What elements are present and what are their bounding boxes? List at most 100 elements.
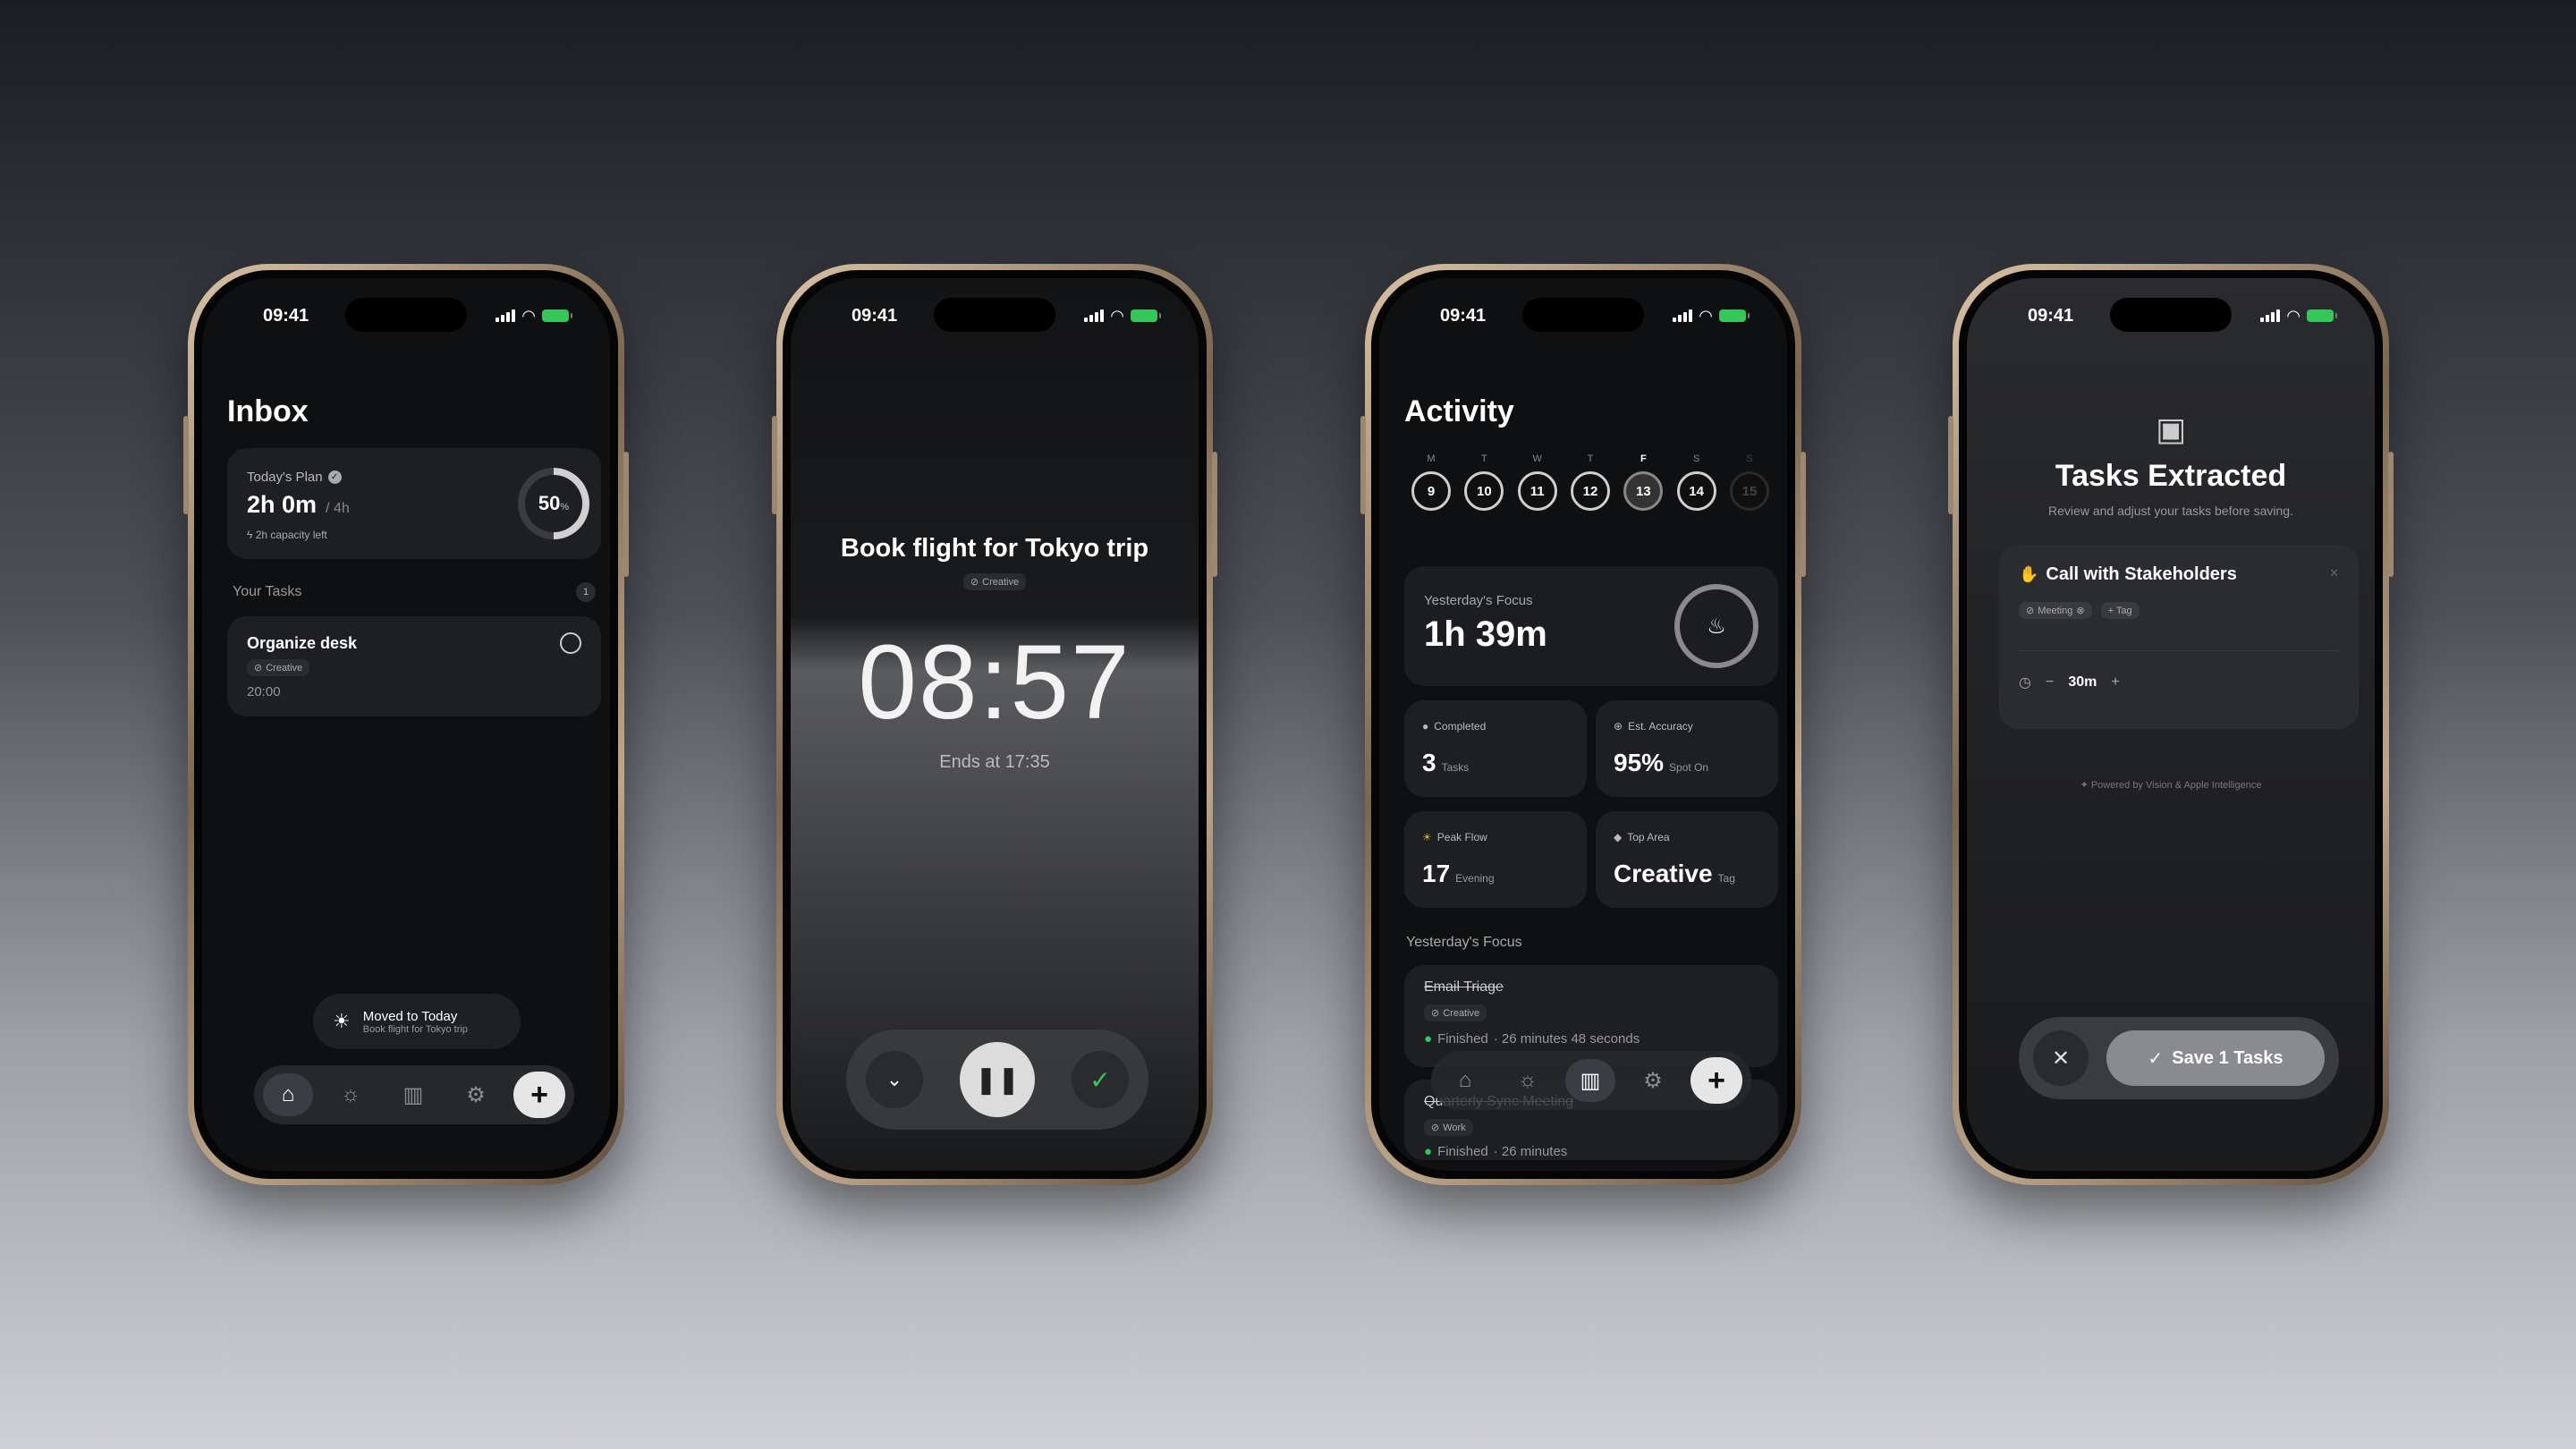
peak-flow-stat-card: ☀ Peak Flow 17 Evening [1404,811,1587,908]
status-time: 09:41 [2028,305,2074,326]
day-saturday[interactable]: S 14 [1676,453,1716,511]
task-complete-checkbox[interactable] [560,632,581,654]
plan-total: / 4h [326,501,350,516]
minimize-button[interactable]: ⌄ [866,1051,923,1108]
pause-button[interactable]: ❚❚ [960,1042,1035,1117]
status-bar: 09:41 ◠ [202,303,610,328]
day-tuesday[interactable]: T 10 [1464,453,1504,511]
capacity-text: 2h capacity left [255,529,327,541]
signal-icon [1084,309,1105,322]
check-circle-icon: ● [1422,720,1429,733]
increment-button[interactable]: + [2111,674,2119,691]
signal-icon [496,309,516,322]
focus-label: Yesterday's Focus [1424,593,1533,608]
checkmark-icon: ✓ [1089,1065,1111,1094]
settings-tab-icon[interactable]: ⚙ [451,1073,501,1116]
completed-stat-card: ● Completed 3 Tasks [1404,700,1587,797]
settings-tab-icon[interactable]: ⚙ [1628,1059,1678,1102]
task-title: Organize desk [247,634,358,652]
status-time: 09:41 [1440,305,1487,326]
plan-label: Today's Plan [247,470,323,485]
bottom-action-bar: ✕ ✓ Save 1 Tasks [2019,1017,2339,1099]
finished-dot-icon: ● [1424,1031,1433,1046]
status-bar: 09:41 ◠ [791,303,1199,328]
today-tab-icon[interactable]: ☼ [1503,1059,1553,1102]
chevron-down-icon: ⌄ [886,1068,903,1090]
todays-plan-card[interactable]: Today's Plan ✓ 2h 0m / 4h ϟ 2h capacity … [227,448,601,559]
target-icon: ⊕ [1614,720,1623,733]
timer-task-title: Book flight for Tokyo trip [840,534,1149,563]
page-title: Inbox [227,394,309,428]
page-subtitle: Review and adjust your tasks before savi… [2048,504,2293,518]
divider [2019,650,2339,651]
sun-icon: ☀ [333,1010,351,1032]
task-tag: ⊘ Creative [247,659,310,676]
plan-value: 2h 0m [247,491,318,518]
toast-title: Moved to Today [362,1008,458,1024]
progress-ring: 50% [518,468,589,539]
close-icon: ✕ [2051,1046,2071,1071]
page-title: Activity [1404,394,1514,428]
item-tag: ⊘ Work [1424,1119,1473,1136]
accuracy-stat-card: ⊕ Est. Accuracy 95% Spot On [1596,700,1778,797]
task-time: 20:00 [247,684,281,699]
add-tag-button[interactable]: + Tag [2100,602,2140,619]
day-friday[interactable]: F 13 [1623,453,1664,511]
checkmark-icon: ✓ [2148,1048,2164,1069]
signal-icon [1673,309,1693,322]
inbox-tab-icon[interactable]: ⌂ [1440,1059,1490,1102]
sparkle-icon: ✦ [2080,780,2089,791]
extract-screen: 09:41 ◠ ▣ Tasks Extracted Review and adj… [1967,278,2375,1171]
toast: ☀ Moved to Today Book flight for Tokyo t… [313,994,521,1049]
decrement-button[interactable]: − [2046,674,2054,691]
timer-task-tag: ⊘ Creative [962,573,1027,590]
yesterday-focus-card[interactable]: Yesterday's Focus 1h 39m ♨ [1404,566,1778,686]
powered-by-text: Powered by Vision & Apple Intelligence [2090,780,2262,791]
cancel-button[interactable]: ✕ [2033,1030,2089,1086]
inbox-tab-icon[interactable]: ⌂ [263,1073,313,1116]
verified-icon: ✓ [327,470,342,484]
ring-unit: % [560,502,570,513]
day-monday[interactable]: M9 [1411,453,1451,511]
pause-icon: ❚❚ [974,1064,1021,1095]
task-count-badge: 1 [576,582,596,602]
status-bar: 09:41 ◠ [1379,303,1787,328]
extracted-task-card[interactable]: ✋ Call with Stakeholders ✕ ⊘ Meeting ⊗ + T… [1999,545,2359,729]
tag-icon: ⊘ [2026,606,2035,616]
flame-icon: ♨ [1707,614,1726,639]
ends-at-text: Ends at 17:35 [939,752,1050,772]
save-button[interactable]: ✓ Save 1 Tasks [2106,1030,2325,1086]
add-task-button[interactable]: + [1690,1057,1742,1104]
duration-value: 30m [2068,674,2097,690]
tag-icon: ◆ [1614,831,1623,843]
activity-tab-icon[interactable]: ▥ [1565,1059,1615,1102]
phone-extract: 09:41 ◠ ▣ Tasks Extracted Review and adj… [1948,264,2394,1185]
add-task-button[interactable]: + [513,1072,565,1118]
meeting-tag[interactable]: ⊘ Meeting ⊗ [2019,602,2092,619]
item-tag: ⊘ Creative [1424,1004,1487,1021]
inbox-screen: 09:41 ◠ Inbox Today's Plan ✓ 2h 0m / 4h … [202,278,610,1171]
section-label: Yesterday's Focus [1406,935,1522,950]
today-tab-icon[interactable]: ☼ [326,1073,376,1116]
activity-tab-icon[interactable]: ▥ [388,1073,438,1116]
week-strip: M9 T 10 W 11 T 12 F 13 S 14 S 15 [1411,453,1769,511]
tab-bar: ⌂ ☼ ▥ ⚙ + [254,1065,574,1124]
tag-icon: ⊘ [254,663,263,674]
wifi-icon: ◠ [2286,307,2301,325]
battery-icon [1719,309,1750,322]
tag-icon: ⊘ [970,577,979,588]
remove-task-icon[interactable]: ✕ [2329,566,2339,580]
day-wednesday[interactable]: W 11 [1517,453,1557,511]
task-card[interactable]: Organize desk ⊘ Creative 20:00 [227,616,601,716]
phone-activity: 09:41 ◠ Activity M9 T 10 W 11 T 12 F 13 S 14 … [1360,264,1806,1185]
phone-timer: 09:41 ◠ Book flight for Tokyo trip ⊘ Crea… [772,264,1217,1185]
battery-icon [2307,309,2337,322]
timer-controls: ⌄ ❚❚ ✓ [846,1030,1148,1130]
day-sunday[interactable]: S 15 [1729,453,1769,511]
page-title: Tasks Extracted [2055,459,2287,493]
timer-screen: 09:41 ◠ Book flight for Tokyo trip ⊘ Crea… [791,278,1199,1171]
clock-icon: ◷ [2019,675,2031,691]
bolt-icon: ϟ [247,529,253,541]
complete-button[interactable]: ✓ [1072,1051,1129,1108]
day-thursday[interactable]: T 12 [1570,453,1610,511]
